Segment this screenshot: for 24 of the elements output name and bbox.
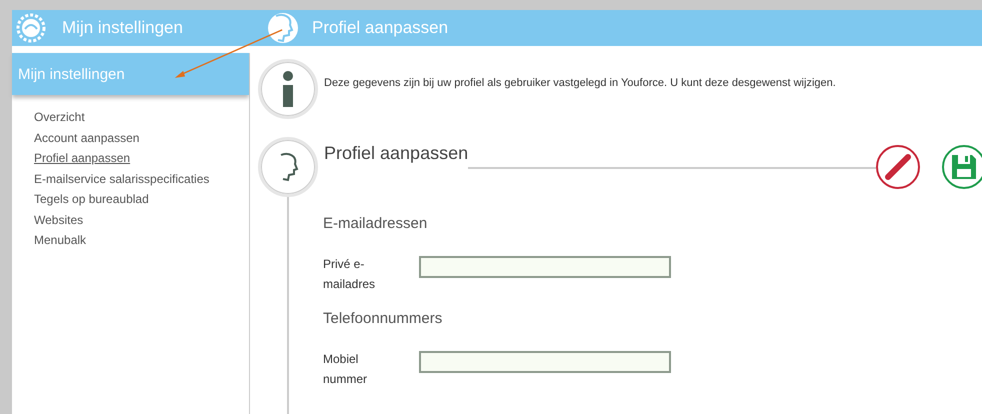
- field-label: Mobiel nummer: [323, 351, 368, 388]
- sidebar-item[interactable]: Menubalk: [12, 230, 86, 250]
- page-title: Profiel aanpassen: [312, 18, 448, 38]
- gear-icon: [16, 13, 46, 43]
- field-label: Privé e-mailadres: [323, 256, 376, 293]
- input-field[interactable]: [419, 256, 671, 278]
- sidebar-item[interactable]: Websites: [12, 210, 84, 230]
- input-field[interactable]: [419, 351, 671, 373]
- app-title: Mijn instellingen: [62, 18, 183, 38]
- sidebar-item[interactable]: Account aanpassen: [12, 128, 140, 148]
- section-title: Profiel aanpassen: [323, 142, 468, 164]
- save-button[interactable]: [942, 145, 982, 189]
- sidebar-item[interactable]: Overzicht: [12, 107, 85, 128]
- sidebar-item[interactable]: Profiel aanpassen: [12, 148, 130, 168]
- cancel-button[interactable]: [876, 145, 920, 189]
- group-heading: Telefoonnummers: [323, 310, 444, 327]
- info-text: Deze gegevens zijn bij uw profiel als gebruiker vastgelegd in Youforce. U kunt deze desgewenst wijzigen.: [324, 77, 836, 91]
- sidebar-item[interactable]: Tegels op bureaublad: [12, 189, 149, 210]
- group-heading: E-mailadressen: [323, 215, 428, 232]
- info-icon: [282, 71, 294, 107]
- sidebar-item[interactable]: E-mailservice salarisspecificaties: [12, 168, 210, 189]
- save-icon: [950, 153, 978, 181]
- cancel-icon: [884, 153, 912, 181]
- sidebar-header: Mijn instellingen: [12, 53, 249, 95]
